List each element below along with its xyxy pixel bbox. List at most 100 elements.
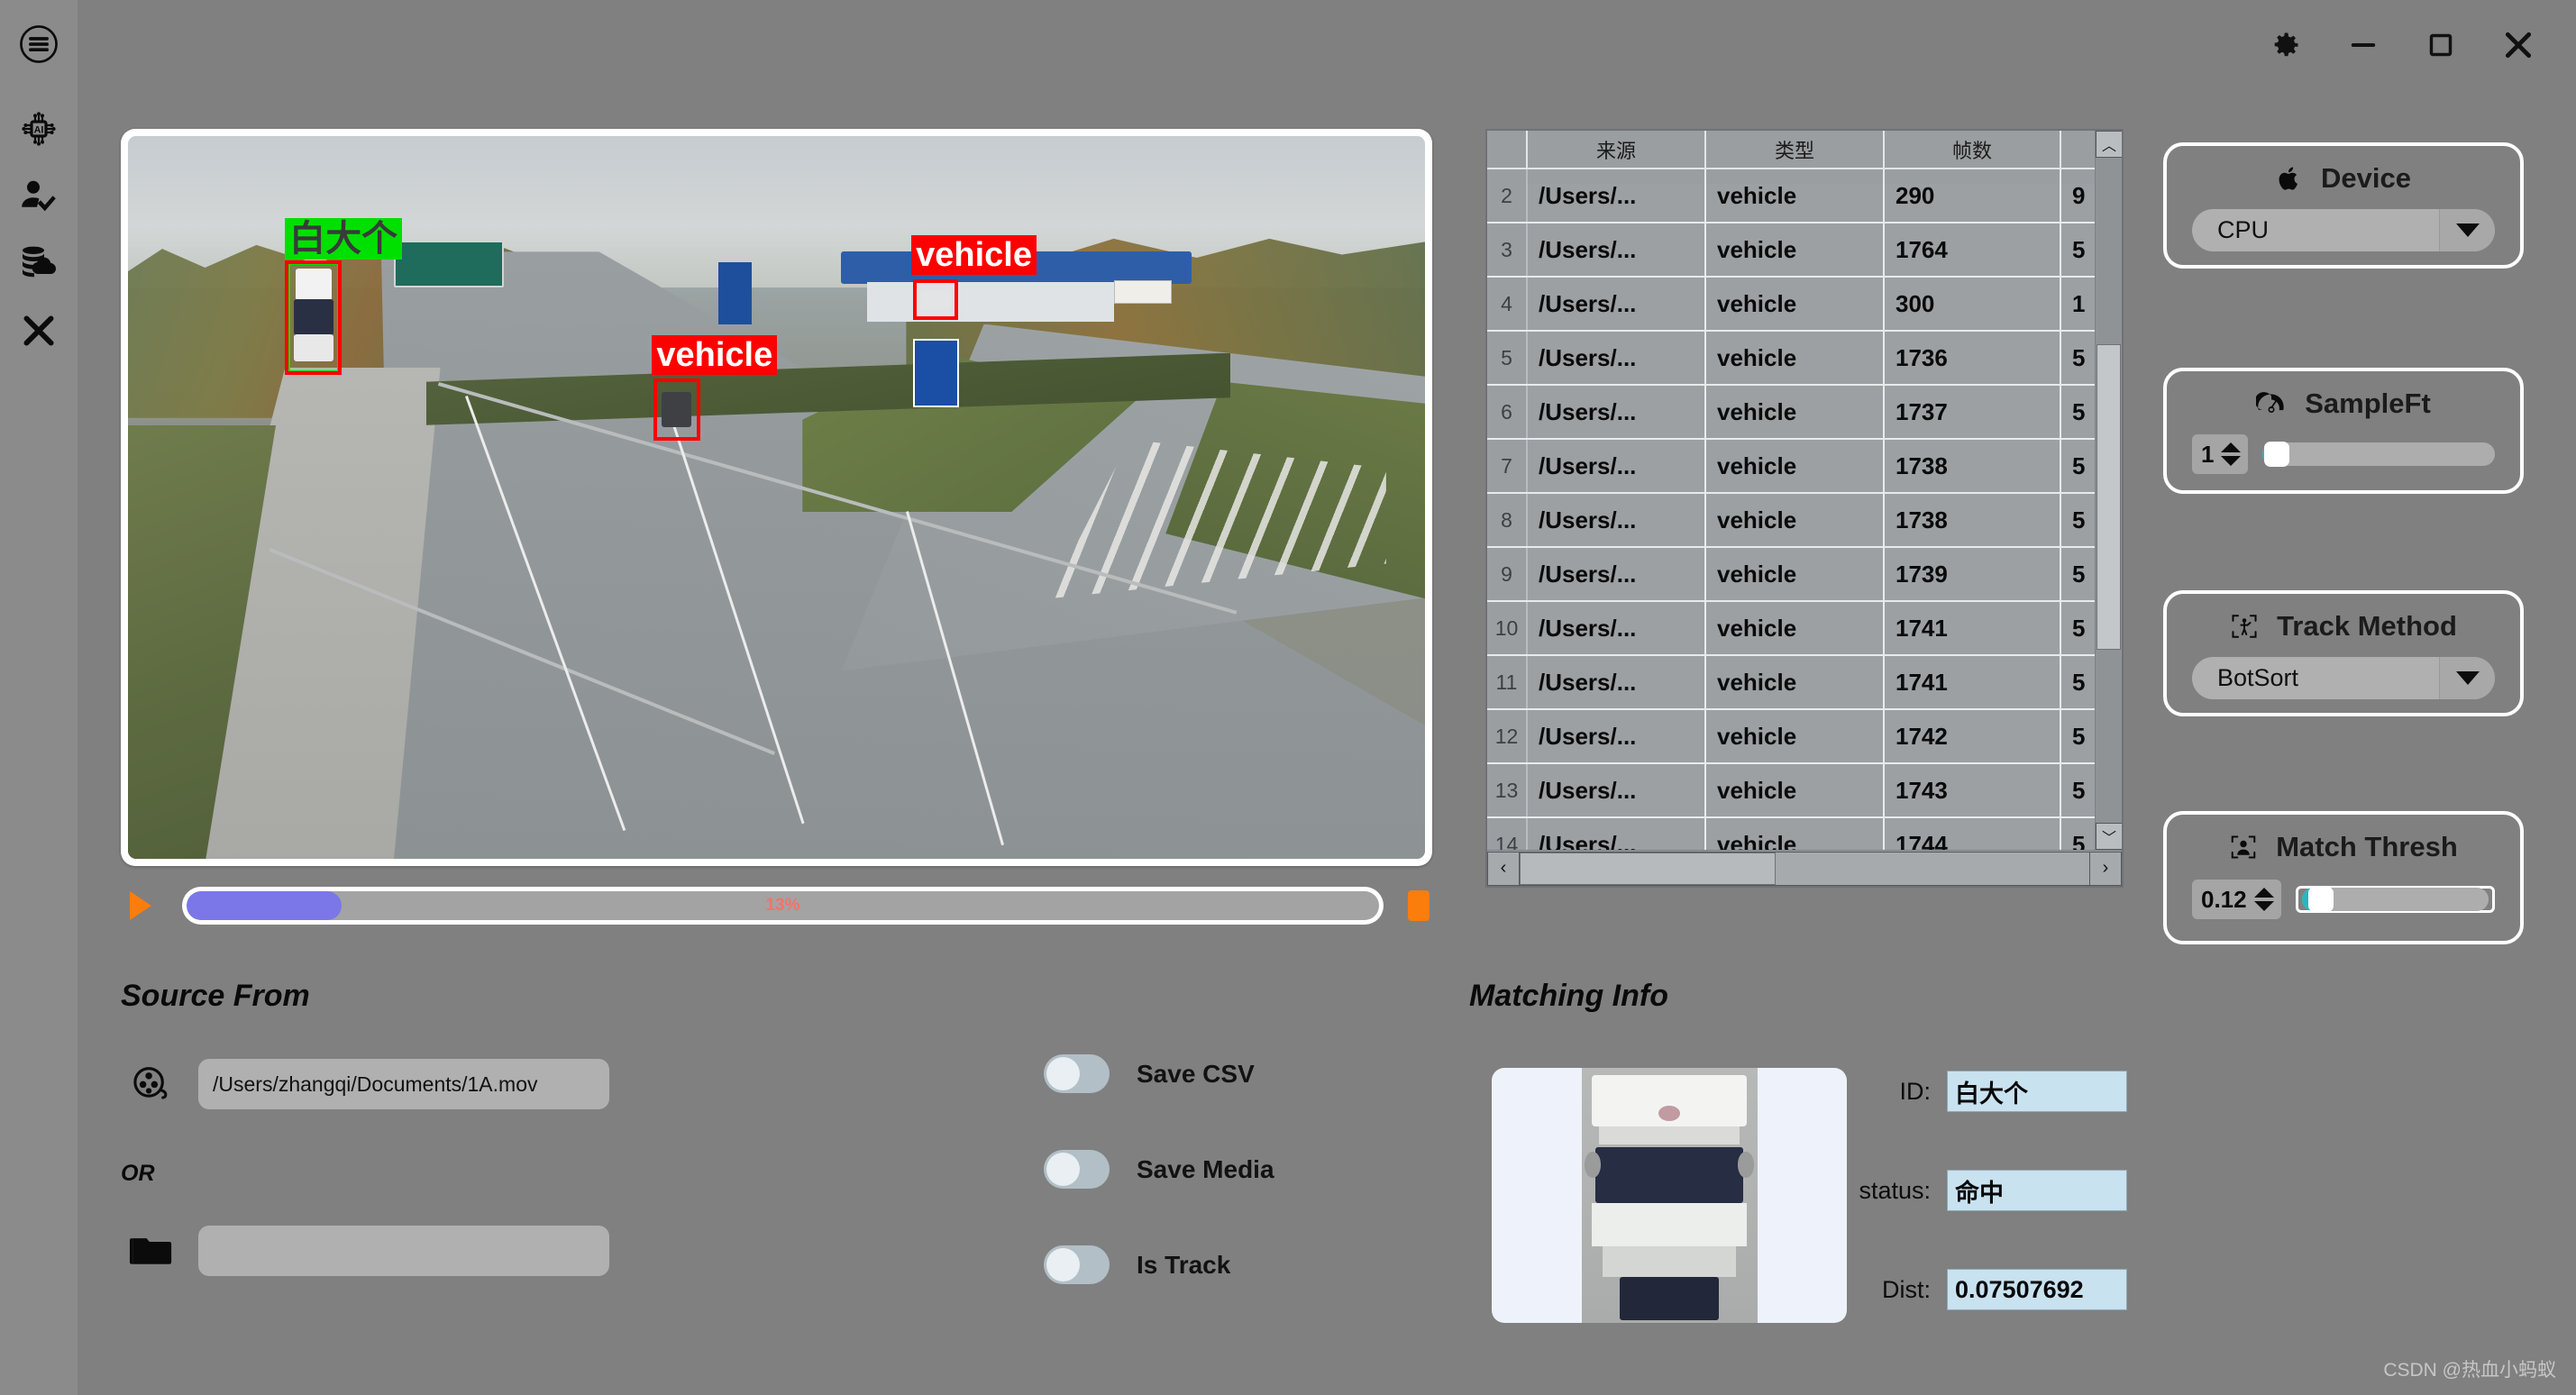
table-cell-source: /Users/... <box>1527 601 1705 655</box>
table-cell-source: /Users/... <box>1527 331 1705 385</box>
sampleft-spinbox[interactable]: 1 <box>2192 434 2248 474</box>
source-folder-input[interactable] <box>198 1226 609 1276</box>
table-cell-frames: 1741 <box>1884 601 2060 655</box>
table-row[interactable]: 7/Users/...vehicle17385 <box>1487 439 2122 493</box>
table-row[interactable]: 11/Users/...vehicle17415 <box>1487 655 2122 709</box>
film-reel-icon[interactable] <box>126 1059 177 1109</box>
table-row[interactable]: 10/Users/...vehicle17415 <box>1487 601 2122 655</box>
stepper-down-icon[interactable] <box>2254 901 2274 911</box>
table-header-frames[interactable]: 帧数 <box>1884 131 2060 169</box>
person-check-icon[interactable] <box>7 164 70 227</box>
table-cell-type: vehicle <box>1705 277 1884 331</box>
minimize-icon[interactable] <box>2340 22 2387 68</box>
window-controls <box>2017 0 2576 90</box>
progress-bar[interactable]: 13% <box>182 887 1384 925</box>
table-row[interactable]: 5/Users/...vehicle17365 <box>1487 331 2122 385</box>
chevron-down-icon[interactable] <box>2439 657 2495 699</box>
device-select[interactable]: CPU <box>2192 209 2495 251</box>
detections-table-panel[interactable]: 来源 类型 帧数 2/Users/...vehicle29093/Users/.… <box>1485 129 2124 888</box>
match-dist-value[interactable]: 0.07507692 <box>1947 1269 2127 1310</box>
table-scroll-area[interactable]: 来源 类型 帧数 2/Users/...vehicle29093/Users/.… <box>1487 131 2122 850</box>
table-cell-index: 8 <box>1487 493 1527 547</box>
scroll-down-icon[interactable]: ﹀ <box>2096 823 2122 850</box>
stepper-up-icon[interactable] <box>2221 442 2241 452</box>
scene-price-pylon <box>718 262 752 324</box>
table-row[interactable]: 13/Users/...vehicle17435 <box>1487 763 2122 817</box>
detection-label-car-station: vehicle <box>911 235 1037 275</box>
sampleft-stepper[interactable] <box>2221 442 2241 466</box>
match-thresh-stepper[interactable] <box>2254 888 2274 911</box>
table-cell-type: vehicle <box>1705 763 1884 817</box>
detection-box-car-center[interactable] <box>653 378 700 441</box>
scene-gas-station-building <box>867 282 1113 322</box>
horizontal-scroll-thumb[interactable] <box>1520 852 1776 885</box>
scroll-right-icon[interactable]: › <box>2089 852 2122 886</box>
table-cell-type: vehicle <box>1705 493 1884 547</box>
chevron-down-icon[interactable] <box>2439 209 2495 251</box>
table-horizontal-scrollbar[interactable]: ‹ › <box>1487 850 2122 886</box>
match-thresh-slider-knob[interactable] <box>2308 887 2334 912</box>
table-cell-source: /Users/... <box>1527 223 1705 277</box>
table-cell-frames: 300 <box>1884 277 2060 331</box>
table-header-type[interactable]: 类型 <box>1705 131 1884 169</box>
match-id-value[interactable]: 白大个 <box>1947 1071 2127 1112</box>
is-track-toggle[interactable] <box>1044 1245 1110 1284</box>
save-csv-label: Save CSV <box>1137 1060 1255 1089</box>
close-window-icon[interactable] <box>2495 22 2542 68</box>
close-icon[interactable] <box>7 299 70 362</box>
play-button[interactable] <box>121 886 160 925</box>
table-row[interactable]: 14/Users/...vehicle17445 <box>1487 817 2122 850</box>
table-cell-source: /Users/... <box>1527 169 1705 223</box>
table-row[interactable]: 12/Users/...vehicle17425 <box>1487 709 2122 763</box>
horizontal-scroll-track[interactable] <box>1520 852 2089 886</box>
table-vertical-scrollbar[interactable]: ︿ ﹀ <box>2095 131 2122 850</box>
maximize-icon[interactable] <box>2417 22 2464 68</box>
caret <box>2456 671 2480 685</box>
stepper-up-icon[interactable] <box>2254 888 2274 898</box>
table-cell-index: 9 <box>1487 547 1527 601</box>
table-row[interactable]: 9/Users/...vehicle17395 <box>1487 547 2122 601</box>
sampleft-slider[interactable] <box>2262 441 2495 468</box>
detection-box-car-station[interactable] <box>913 279 958 320</box>
table-cell-index: 6 <box>1487 385 1527 439</box>
sidebar: AI <box>0 0 78 1395</box>
vertical-scroll-thumb[interactable] <box>2096 344 2121 650</box>
stop-icon <box>1408 890 1430 921</box>
save-media-toggle[interactable] <box>1044 1150 1110 1189</box>
table-row[interactable]: 8/Users/...vehicle17385 <box>1487 493 2122 547</box>
match-thresh-spinbox[interactable]: 0.12 <box>2192 880 2281 919</box>
table-row[interactable]: 6/Users/...vehicle17375 <box>1487 385 2122 439</box>
device-selected-value: CPU <box>2192 216 2439 244</box>
match-thresh-controls: 0.12 <box>2192 880 2495 919</box>
table-row[interactable]: 4/Users/...vehicle3001 <box>1487 277 2122 331</box>
source-path-input[interactable] <box>198 1059 609 1109</box>
match-thresh-slider[interactable] <box>2296 886 2495 913</box>
save-csv-toggle[interactable] <box>1044 1054 1110 1093</box>
table-header-index[interactable] <box>1487 131 1527 169</box>
vertical-scroll-track[interactable] <box>2096 158 2122 823</box>
database-cloud-icon[interactable] <box>7 231 70 294</box>
match-status-value[interactable]: 命中 <box>1947 1170 2127 1211</box>
sampleft-slider-knob[interactable] <box>2264 442 2289 467</box>
table-header-source[interactable]: 来源 <box>1527 131 1705 169</box>
table-cell-frames: 1737 <box>1884 385 2060 439</box>
stop-button[interactable] <box>1405 886 1432 925</box>
gear-icon[interactable] <box>2262 22 2309 68</box>
folder-icon[interactable] <box>126 1226 177 1276</box>
sampleft-header: SampleFt <box>2192 388 2495 420</box>
table-cell-source: /Users/... <box>1527 817 1705 850</box>
device-header: Device <box>2192 162 2495 195</box>
toggle-row-save-csv: Save CSV <box>1044 1054 1274 1093</box>
save-media-label: Save Media <box>1137 1155 1274 1184</box>
truck-grille-lower <box>1603 1246 1736 1277</box>
ai-chip-icon[interactable]: AI <box>7 97 70 160</box>
track-method-select[interactable]: BotSort <box>2192 657 2495 699</box>
table-row[interactable]: 2/Users/...vehicle2909 <box>1487 169 2122 223</box>
menu-icon[interactable] <box>7 13 70 76</box>
scroll-up-icon[interactable]: ︿ <box>2096 131 2122 158</box>
table-row[interactable]: 3/Users/...vehicle17645 <box>1487 223 2122 277</box>
stepper-down-icon[interactable] <box>2221 456 2241 466</box>
scroll-left-icon[interactable]: ‹ <box>1487 852 1520 886</box>
video-preview-panel[interactable]: 白大个 vehicle vehicle <box>121 129 1432 866</box>
matched-object-thumbnail[interactable] <box>1492 1068 1847 1323</box>
